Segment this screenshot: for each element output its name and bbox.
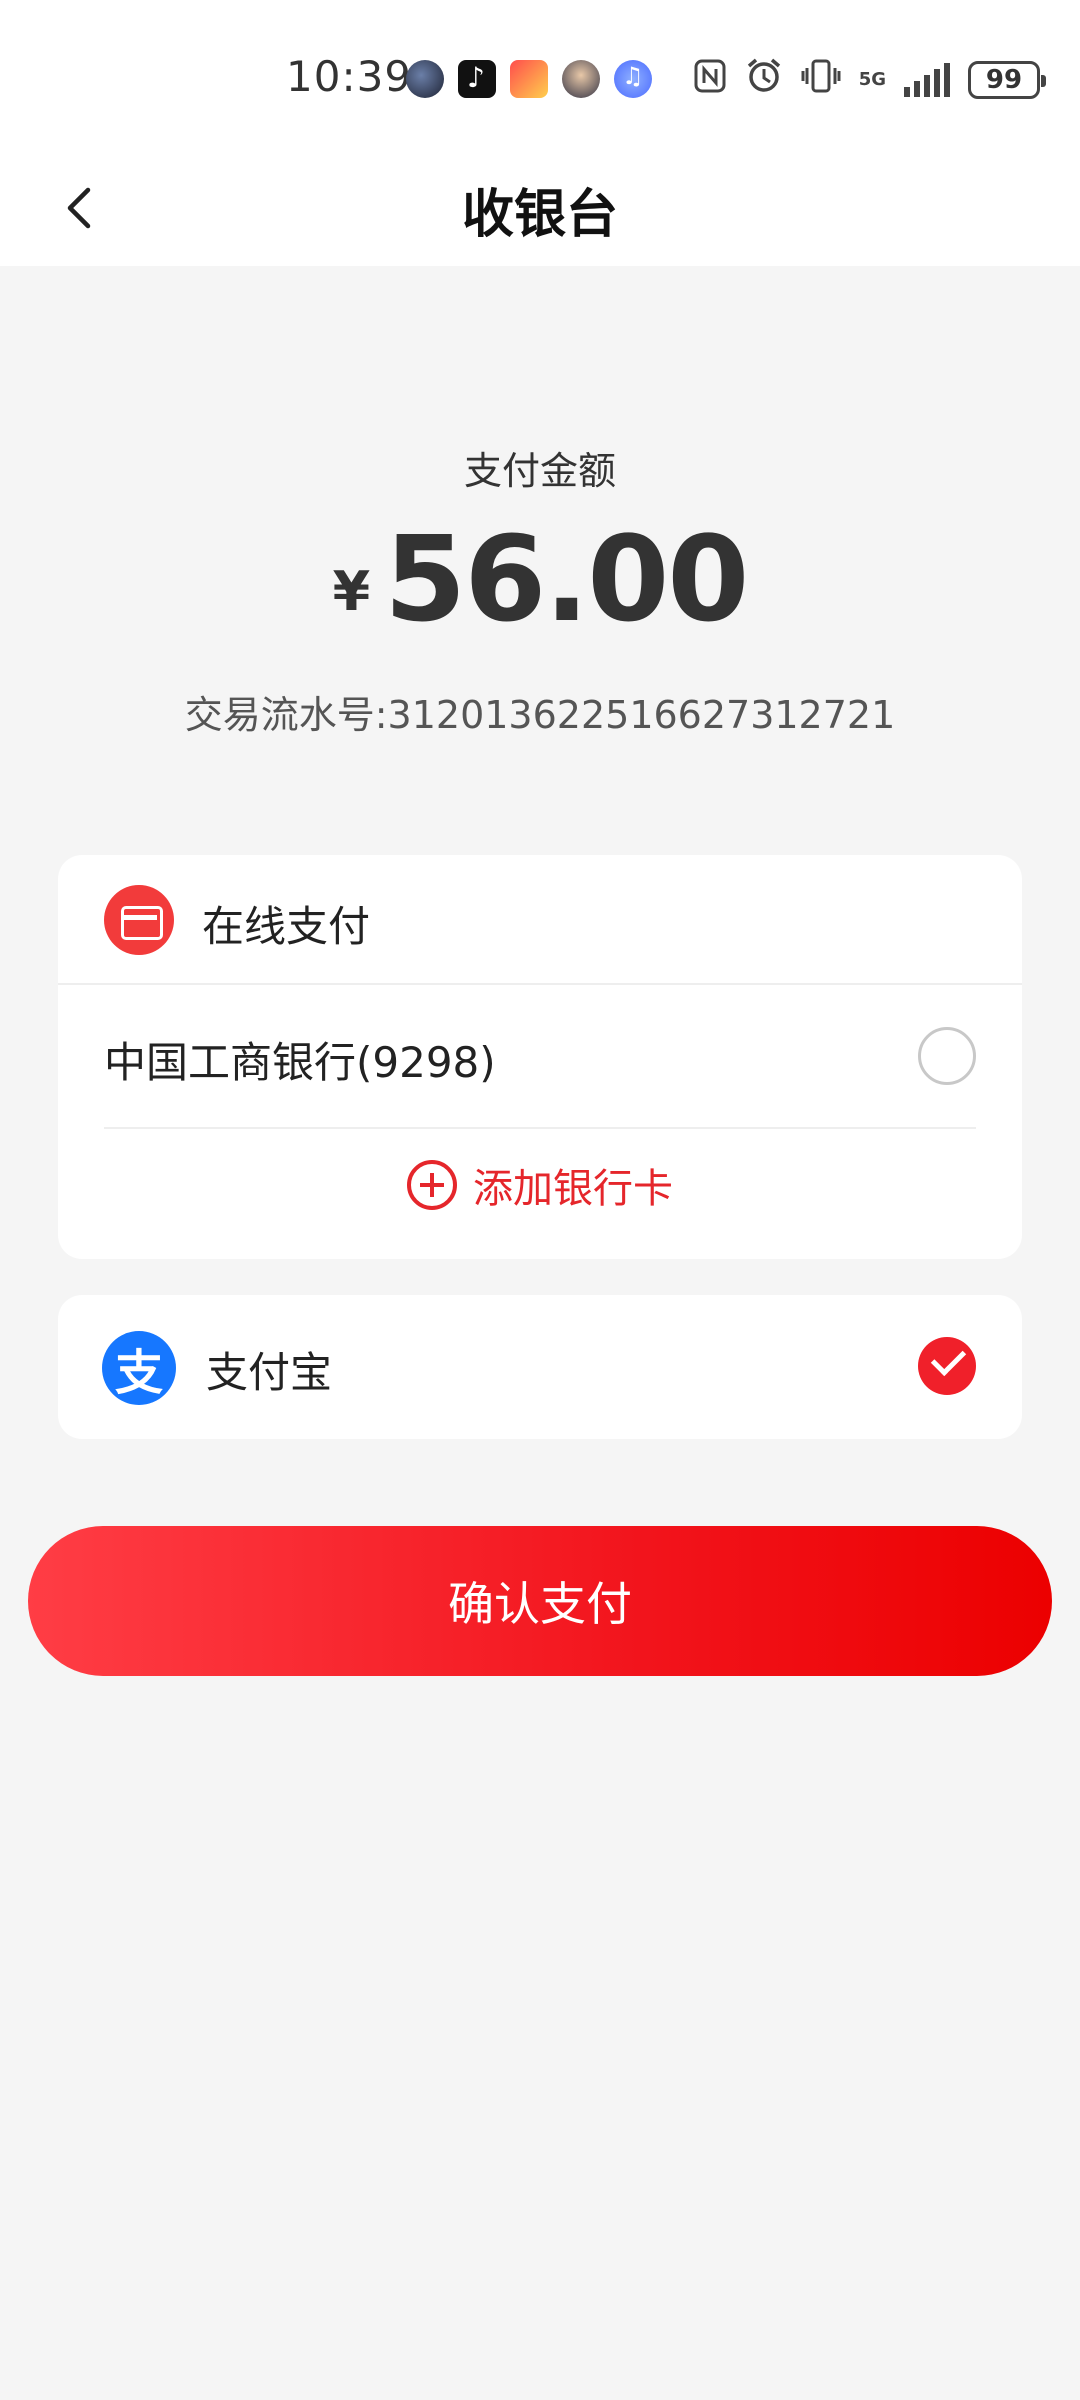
bank-card-icon [104, 885, 174, 955]
status-indicators: 5G 99 [693, 57, 1046, 103]
transaction-id: 312013622516627312721 [387, 693, 896, 737]
online-payment-header: 在线支付 [58, 855, 1022, 985]
add-bank-card-label: 添加银行卡 [473, 1166, 673, 1212]
confirm-pay-button[interactable]: 确认支付 [28, 1526, 1052, 1676]
transaction-info: 交易流水号:312013622516627312721 [0, 684, 1080, 739]
battery-level: 99 [985, 65, 1023, 95]
amount-value: 56.00 [384, 510, 749, 648]
bank-account-label: 中国工商银行(9298) [104, 1038, 496, 1087]
tiktok-notification-icon [458, 60, 496, 98]
nfc-icon [693, 58, 727, 102]
network-type: 5G [858, 69, 886, 90]
page-title: 收银台 [461, 185, 618, 245]
alipay-radio-checked[interactable] [918, 1337, 976, 1395]
currency-symbol: ¥ [332, 560, 371, 623]
app-notification-icon [406, 60, 444, 98]
bank-account-option[interactable]: 中国工商银行(9298) [104, 985, 976, 1129]
vibrate-icon [801, 58, 841, 102]
add-bank-card-button[interactable]: 添加银行卡 [58, 1145, 1022, 1225]
alipay-option[interactable]: 支 支付宝 [58, 1295, 1022, 1439]
alarm-icon [745, 57, 783, 103]
transaction-label: 交易流水号: [184, 693, 388, 737]
music-notification-icon [614, 60, 652, 98]
online-payment-card: 在线支付 中国工商银行(9298) 添加银行卡 [58, 855, 1022, 1259]
bank-radio-button[interactable] [918, 1027, 976, 1085]
amount-display: ¥56.00 [0, 510, 1080, 648]
plus-circle-icon [407, 1160, 457, 1210]
signal-icon [904, 63, 950, 97]
amount-label: 支付金额 [463, 449, 616, 493]
alipay-icon: 支 [102, 1331, 176, 1405]
app-notification-icon [562, 60, 600, 98]
alipay-label: 支付宝 [206, 1348, 333, 1397]
nav-bar: 收银台 [0, 150, 1080, 266]
status-time: 10:39 [286, 52, 413, 101]
app-notification-icon [510, 60, 548, 98]
status-bar: 10:39 5G 99 [0, 0, 1080, 150]
battery-icon: 99 [968, 61, 1046, 99]
online-payment-title: 在线支付 [202, 902, 371, 951]
